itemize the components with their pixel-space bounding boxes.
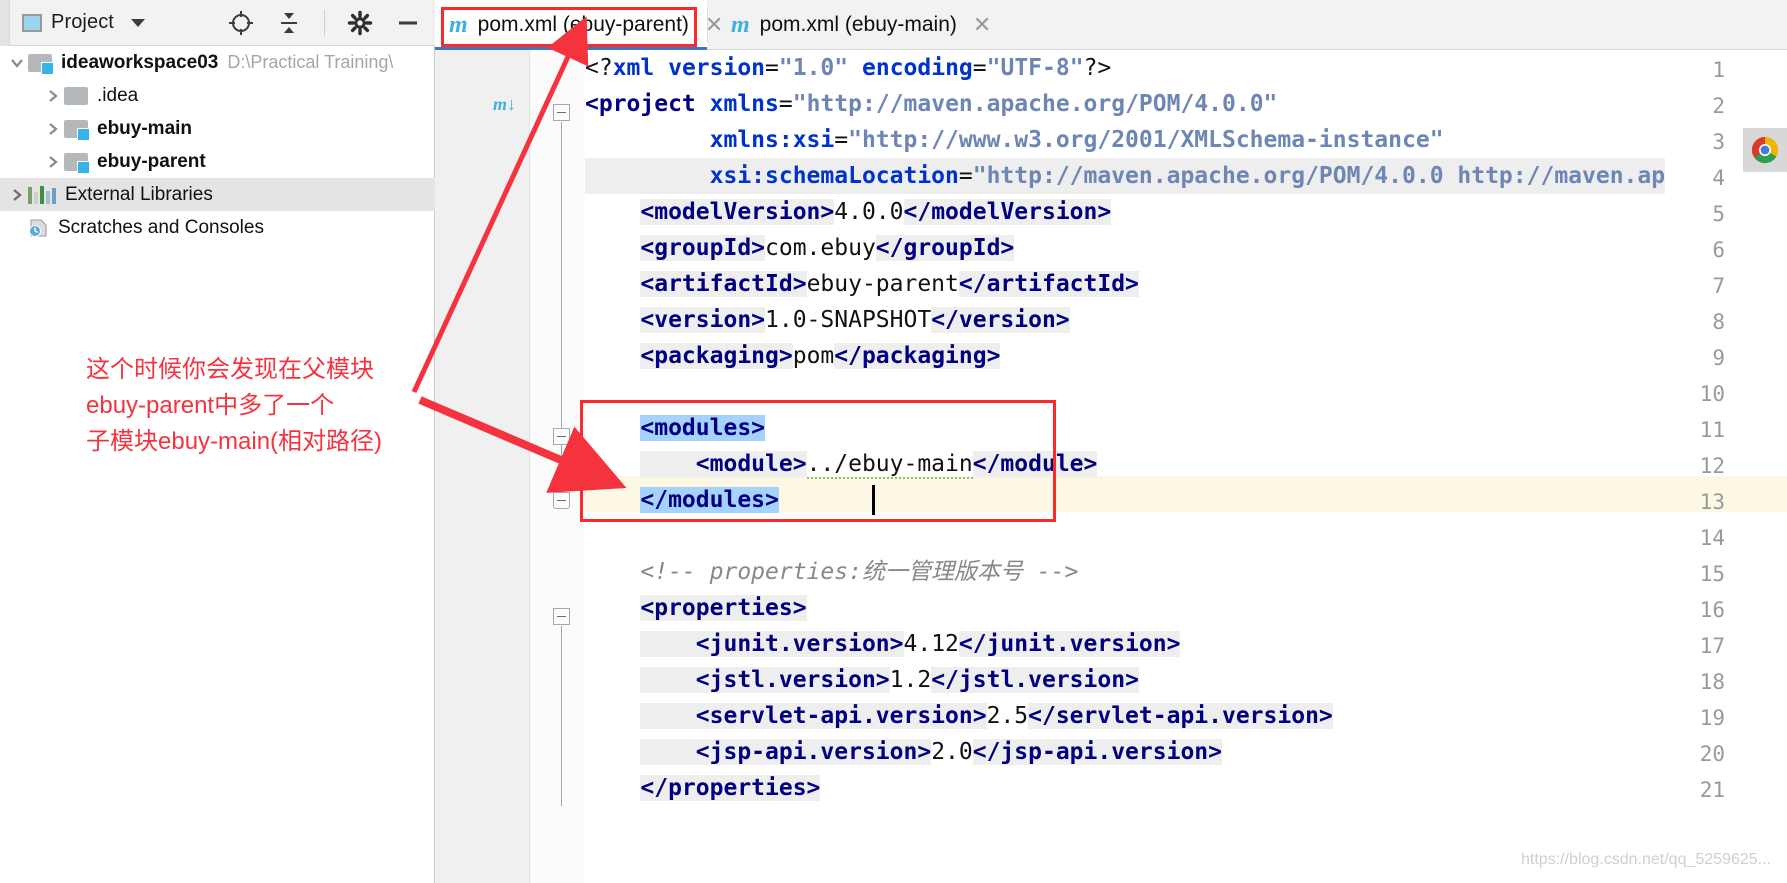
chevron-expanded-icon[interactable] — [6, 55, 28, 71]
ide-window: Project ideaworkspace03 D:\Practical Tra… — [0, 0, 1787, 883]
editor-tab-bar: m pom.xml (ebuy-parent) ✕ m pom.xml (ebu… — [435, 0, 1787, 51]
code-line-3: xmlns:xsi="http://www.w3.org/2001/XMLSch… — [709, 127, 1444, 153]
code-line-18: <jstl.version>1.2</jstl.version> — [585, 662, 1139, 698]
project-window-icon — [22, 13, 42, 32]
module-folder-icon — [64, 119, 90, 141]
chevron-right-icon[interactable] — [6, 187, 28, 203]
folder-icon — [64, 86, 88, 105]
project-title-group[interactable]: Project — [22, 11, 145, 34]
project-tree: ideaworkspace03 D:\Practical Training\ .… — [0, 46, 435, 244]
tree-item-idea[interactable]: .idea — [0, 79, 435, 112]
code-line-7: <artifactId>ebuy-parent</artifactId> — [640, 271, 1139, 297]
annotation-note: 这个时候你会发现在父模块 ebuy-parent中多了一个 子模块ebuy-ma… — [86, 352, 426, 460]
editor-fold-gutter[interactable] — [530, 50, 585, 883]
editor-text-area[interactable]: <?xml version="1.0" encoding="UTF-8"?> <… — [585, 50, 1787, 883]
code-line-20: <jsp-api.version>2.0</jsp-api.version> — [585, 734, 1222, 770]
fold-marker-properties[interactable] — [553, 608, 570, 625]
fold-marker-project[interactable] — [553, 104, 570, 121]
toolbar-divider — [324, 9, 325, 36]
editor-gutter[interactable] — [435, 50, 530, 883]
annotation-line-3: 子模块ebuy-main(相对路径) — [86, 428, 383, 455]
chrome-browser-icon[interactable] — [1743, 128, 1787, 172]
fold-marker-modules-end[interactable] — [553, 492, 570, 509]
code-line-6: <groupId>com.ebuy</groupId> — [640, 235, 1015, 261]
code-line-11: <modules> — [640, 415, 766, 441]
code-line-13: </modules> — [640, 487, 779, 513]
scratches-icon — [28, 218, 50, 238]
fold-region-line-properties — [561, 626, 562, 806]
code-line-9: <packaging>pom</packaging> — [640, 343, 1001, 369]
maven-m-icon: m — [449, 11, 468, 38]
tab-label: pom.xml (ebuy-parent) — [477, 13, 689, 36]
code-line-2: <project xmlns="http://maven.apache.org/… — [585, 91, 1278, 117]
tree-item-scratches-and-consoles[interactable]: Scratches and Consoles — [0, 211, 435, 244]
tree-item-label: Scratches and Consoles — [58, 216, 264, 238]
code-line-16: <properties> — [640, 595, 807, 621]
tree-item-ebuy-parent[interactable]: ebuy-parent — [0, 145, 435, 178]
text-caret — [872, 485, 875, 515]
project-toolbar: Project — [0, 0, 435, 46]
tree-item-label: .idea — [97, 84, 139, 106]
tree-item-ebuy-main[interactable]: ebuy-main — [0, 112, 435, 145]
tree-item-external-libraries[interactable]: External Libraries — [0, 178, 435, 211]
minimize-icon[interactable] — [395, 10, 421, 36]
maven-m-icon: m — [731, 11, 750, 38]
toolwindow-strip — [0, 0, 10, 46]
module-folder-icon — [28, 53, 54, 75]
code-line-19: <servlet-api.version>2.5</servlet-api.ve… — [585, 698, 1333, 734]
tree-item-label: ebuy-parent — [97, 150, 206, 172]
code-line-15: <!-- properties:统一管理版本号 --> — [640, 559, 1079, 585]
libraries-icon — [28, 185, 56, 204]
chevron-right-icon[interactable] — [42, 88, 64, 104]
tab-pom-ebuy-parent[interactable]: m pom.xml (ebuy-parent) ✕ — [435, 0, 723, 50]
code-line-17: <junit.version>4.12</junit.version> — [585, 626, 1181, 662]
annotation-line-1: 这个时候你会发现在父模块 — [86, 356, 374, 383]
code-line-8: <version>1.0-SNAPSHOT</version> — [640, 307, 1070, 333]
tree-item-label: External Libraries — [65, 183, 213, 205]
maven-gutter-marker-icon[interactable]: m↓ — [493, 94, 516, 115]
tab-divider — [707, 8, 708, 42]
code-line-1: <?xml version="1.0" encoding="UTF-8"?> — [585, 55, 1112, 81]
module-folder-icon — [64, 152, 90, 174]
annotation-line-2: ebuy-parent中多了一个 — [86, 392, 335, 419]
tree-item-label: ebuy-main — [97, 117, 193, 139]
code-editor[interactable]: 1 2 m↓ 3 4 5 6 7 8 9 10 11 12 13 14 15 1… — [435, 50, 1787, 883]
tree-item-ideaworkspace03[interactable]: ideaworkspace03 D:\Practical Training\ — [0, 46, 435, 79]
tab-pom-ebuy-main[interactable]: m pom.xml (ebuy-main) ✕ — [717, 0, 991, 50]
chevron-right-icon[interactable] — [42, 154, 64, 170]
collapse-all-icon[interactable] — [276, 10, 302, 36]
close-icon[interactable]: ✕ — [973, 12, 991, 38]
tree-item-path: D:\Practical Training\ — [227, 52, 394, 72]
watermark-text: https://blog.csdn.net/qq_5259625... — [1521, 851, 1771, 868]
chevron-down-icon[interactable] — [130, 18, 145, 27]
fold-marker-modules[interactable] — [553, 428, 570, 445]
chevron-right-icon[interactable] — [42, 121, 64, 137]
project-title: Project — [51, 11, 114, 33]
code-line-12: <module>../ebuy-main</module> — [585, 446, 1098, 482]
tree-item-label: ideaworkspace03 — [61, 51, 219, 73]
code-line-5: <modelVersion>4.0.0</modelVersion> — [640, 199, 1112, 225]
locate-icon[interactable] — [228, 10, 254, 36]
code-line-21: </properties> — [640, 775, 821, 801]
project-toolbar-icons — [228, 9, 435, 36]
code-line-4: xsi:schemaLocation="http://maven.apache.… — [585, 158, 1666, 194]
tab-label: pom.xml (ebuy-main) — [759, 13, 957, 36]
gear-icon[interactable] — [347, 10, 373, 36]
